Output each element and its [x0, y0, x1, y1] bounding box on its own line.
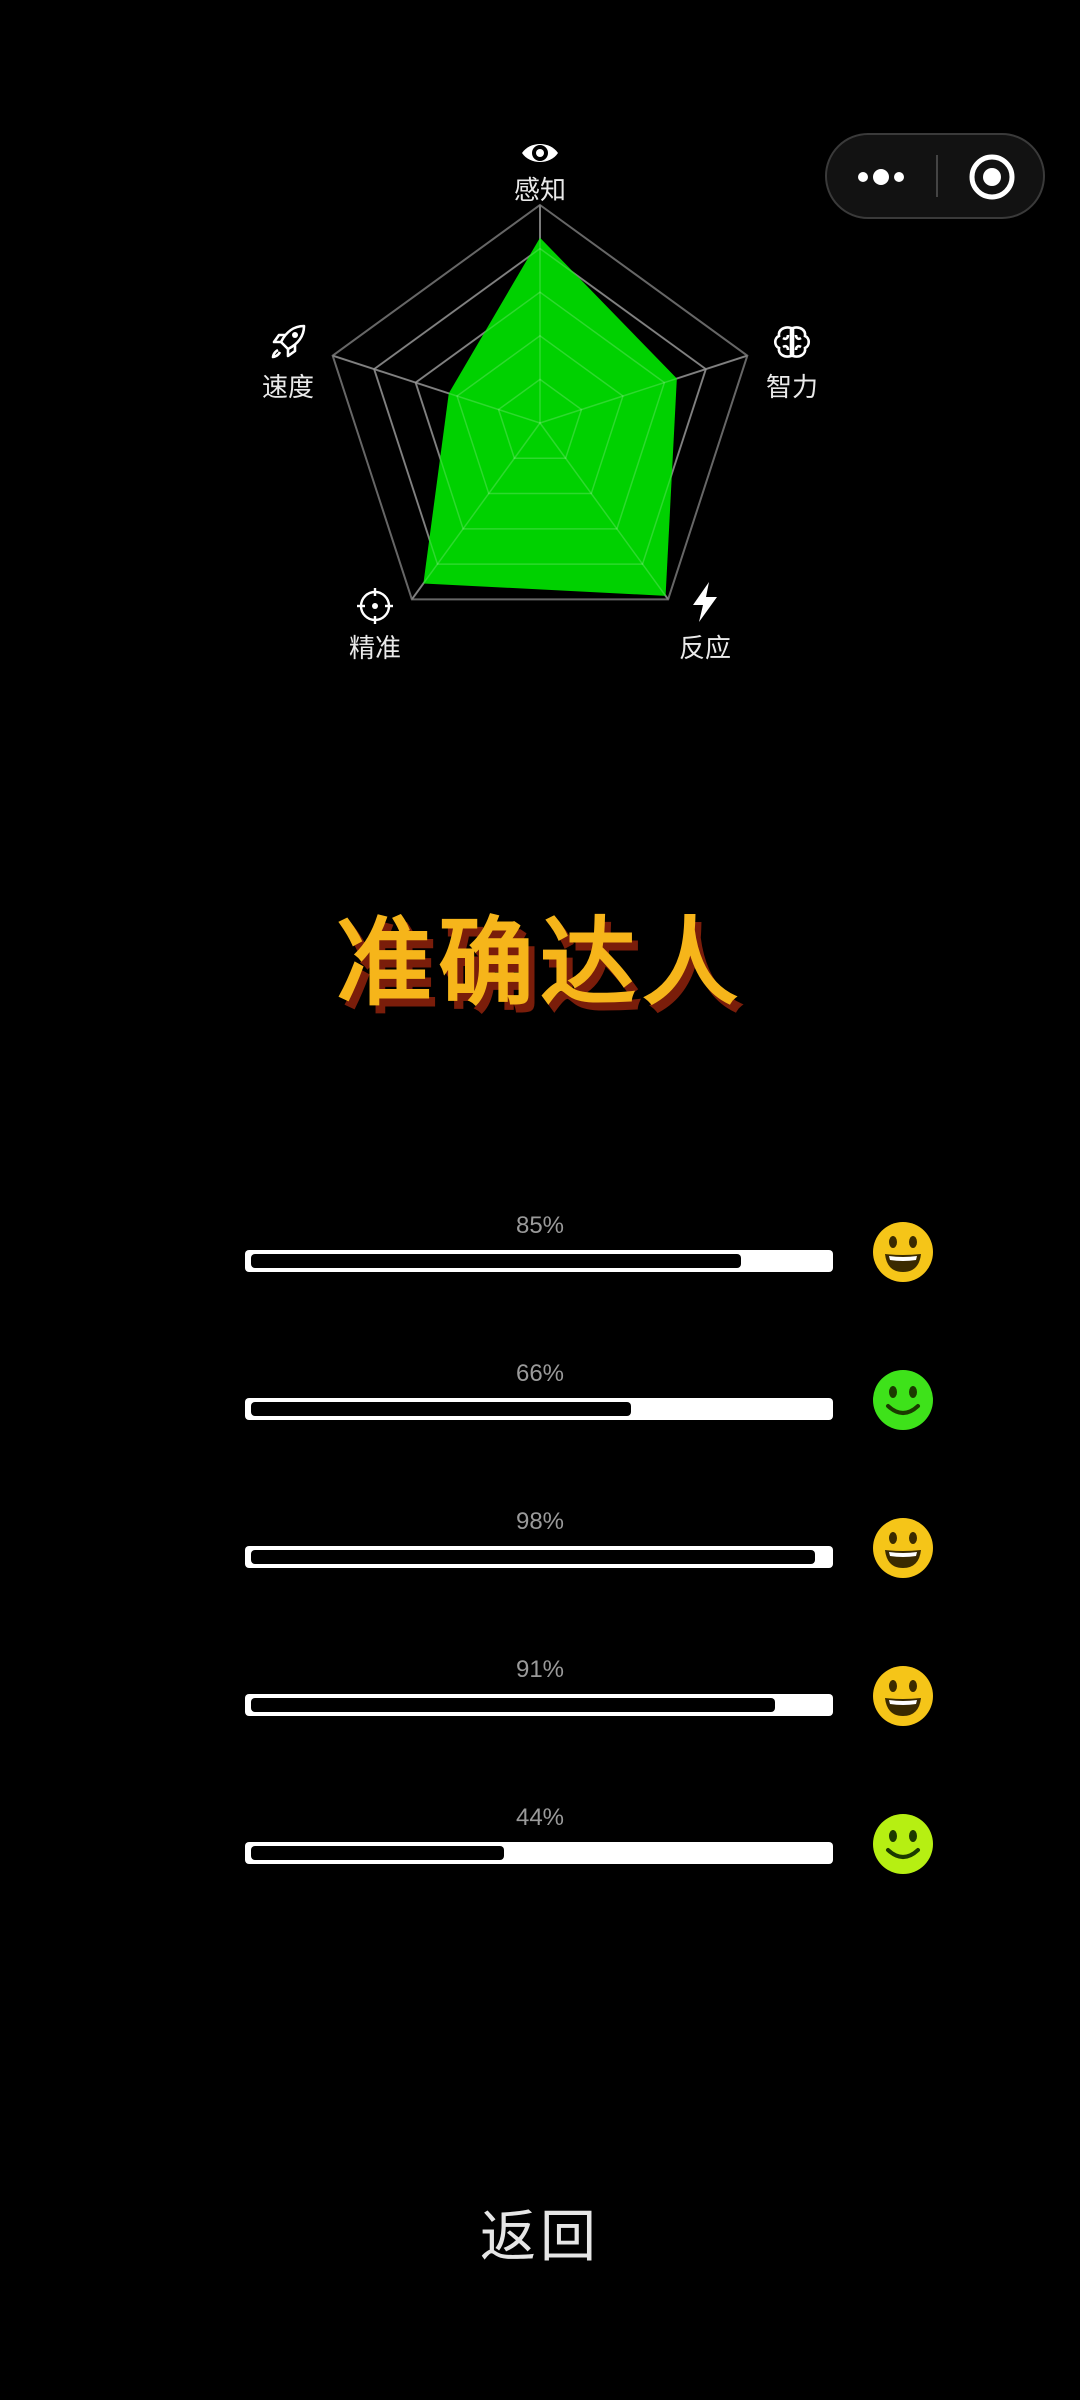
- progress-row: 85%: [245, 1212, 945, 1312]
- radar-svg: [331, 203, 749, 601]
- axis-label-precision: 精准: [348, 634, 401, 664]
- back-button[interactable]: 返回: [0, 2192, 1080, 2273]
- progress-percent-label: 44%: [515, 1804, 565, 1831]
- progress-fill: [251, 1550, 815, 1564]
- axis-label-perception: 感知: [513, 176, 566, 206]
- progress-track: [245, 1546, 833, 1568]
- radar-area: [332, 205, 748, 600]
- progress-track: [245, 1842, 833, 1864]
- axis-label-reaction: 反应: [678, 634, 731, 664]
- progress-percent-label: 66%: [515, 1360, 565, 1387]
- progress-percent-label: 98%: [515, 1508, 565, 1535]
- progress-track: [245, 1250, 833, 1272]
- axis-label-speed: 速度: [261, 373, 314, 403]
- axis-label-intelligence: 智力: [765, 373, 818, 403]
- ability-radar-chart: 感知 智力 反应 精准 速度: [0, 0, 1080, 700]
- result-title: 准确达人: [336, 907, 744, 1019]
- progress-fill: [251, 1402, 631, 1416]
- progress-row: 44%: [245, 1804, 945, 1904]
- rocket-icon: [271, 324, 306, 359]
- laughing-face-icon: [873, 1518, 933, 1578]
- brain-icon: [773, 326, 811, 358]
- progress-track: [245, 1694, 833, 1716]
- progress-fill: [251, 1846, 504, 1860]
- progress-percent-label: 85%: [515, 1212, 565, 1239]
- smiling-face-icon: [873, 1370, 933, 1430]
- progress-fill: [251, 1254, 741, 1268]
- radar-value-area: [423, 237, 677, 596]
- progress-track: [245, 1398, 833, 1420]
- laughing-face-icon: [873, 1222, 933, 1282]
- progress-row: 91%: [245, 1656, 945, 1756]
- smiling-face-icon: [873, 1814, 933, 1874]
- progress-row: 98%: [245, 1508, 945, 1608]
- progress-percent-label: 91%: [515, 1656, 565, 1683]
- eye-icon: [522, 144, 558, 162]
- laughing-face-icon: [873, 1666, 933, 1726]
- progress-fill: [251, 1698, 775, 1712]
- progress-row: 66%: [245, 1360, 945, 1460]
- lightning-icon: [693, 582, 717, 622]
- crosshair-icon: [357, 588, 393, 624]
